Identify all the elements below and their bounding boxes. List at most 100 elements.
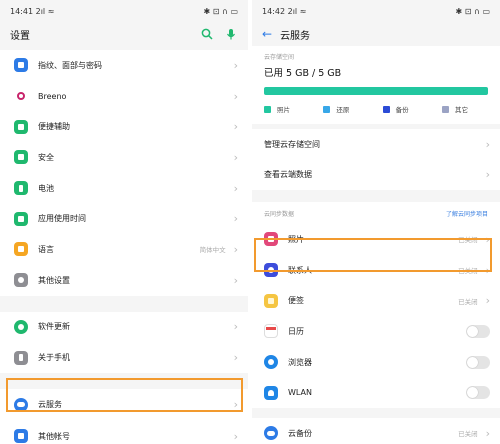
settings-item-software-update[interactable]: 软件更新 ›	[0, 311, 248, 343]
learn-sync-link[interactable]: 了解云同步项目	[446, 209, 488, 218]
cloud-header: ← 云服务	[252, 22, 500, 46]
chevron-right-icon: ›	[233, 89, 238, 103]
settings-item-other-settings[interactable]: 其他设置 ›	[0, 264, 248, 296]
settings-item-label: 其他帐号	[38, 431, 70, 441]
photos-icon	[264, 232, 278, 247]
chevron-right-icon: ›	[233, 181, 238, 195]
chevron-right-icon: ›	[233, 120, 238, 134]
settings-item-label: Breeno	[38, 91, 67, 101]
settings-item-about-phone[interactable]: 关于手机 ›	[0, 342, 248, 373]
sync-item-browser: 浏览器	[252, 346, 500, 378]
page-title: 云服务	[280, 30, 311, 42]
chevron-right-icon: ›	[485, 426, 490, 440]
sync-item-label: 便签	[288, 296, 304, 306]
language-value: 简体中文	[199, 246, 226, 255]
back-arrow-icon[interactable]: ←	[262, 27, 272, 41]
page-title: 设置	[10, 30, 30, 42]
legend-other: 其它	[441, 104, 468, 114]
wlan-icon	[264, 385, 278, 400]
settings-item-breeno[interactable]: Breeno ›	[0, 80, 248, 112]
settings-item-assist[interactable]: 便捷辅助 ›	[0, 111, 248, 143]
sync-item-label: 联系人	[288, 265, 312, 275]
settings-item-security[interactable]: 安全 ›	[0, 142, 248, 173]
assist-icon	[14, 119, 28, 134]
settings-item-label: 其他设置	[38, 275, 70, 285]
settings-item-label: 语言	[38, 244, 54, 254]
backup-group: 云备份 已关闭 ›	[252, 418, 500, 444]
wlan-toggle[interactable]	[466, 386, 490, 400]
status-bar: 14:42 2ıl ≈ ✱ ⊡ ∩ ▭	[252, 0, 500, 22]
hourglass-icon	[14, 211, 28, 226]
browser-icon	[264, 355, 278, 370]
browser-toggle[interactable]	[466, 355, 490, 369]
status-time: 14:42	[262, 6, 286, 16]
chevron-right-icon: ›	[485, 263, 490, 277]
settings-item-language[interactable]: 语言 简体中文 ›	[0, 234, 248, 265]
chevron-right-icon: ›	[485, 294, 490, 308]
signal-icon: 2ıl	[287, 6, 298, 16]
chevron-right-icon: ›	[485, 137, 490, 151]
chevron-right-icon: ›	[233, 351, 238, 365]
sync-section-title: 云同步数据	[264, 210, 295, 218]
wifi-icon: ≈	[47, 6, 55, 16]
breeno-icon	[14, 89, 28, 104]
sync-item-photos[interactable]: 照片 已关闭 ›	[252, 224, 500, 255]
sync-item-notes[interactable]: 便签 已关闭 ›	[252, 285, 500, 317]
chevron-right-icon: ›	[233, 398, 238, 412]
sync-item-wlan: WLAN	[252, 377, 500, 409]
shield-icon	[14, 150, 28, 165]
sync-item-status: 已关闭	[458, 267, 478, 276]
sync-section-header: 云同步数据 了解云同步项目	[252, 202, 500, 224]
settings-item-label: 指纹、面部与密码	[38, 60, 102, 70]
status-icons: ✱ ⊡ ∩ ▭	[203, 6, 238, 16]
legend-restore: 还原	[323, 104, 349, 114]
notes-icon	[264, 293, 278, 308]
settings-group-3: 云服务 › 其他帐号 ›	[0, 388, 248, 444]
settings-item-label: 电池	[38, 183, 54, 193]
cloud-backup-status: 已关闭	[458, 430, 478, 439]
contacts-icon	[264, 263, 278, 278]
search-icon[interactable]	[200, 27, 214, 41]
calendar-toggle[interactable]	[466, 324, 490, 338]
sync-item-label: WLAN	[288, 388, 313, 398]
view-cloud-data-item[interactable]: 查看云端数据 ›	[252, 159, 500, 190]
battery-icon	[14, 181, 28, 196]
storage-bar	[264, 87, 488, 95]
settings-item-label: 安全	[38, 152, 54, 162]
manage-storage-item[interactable]: 管理云存储空间 ›	[252, 129, 500, 160]
cloud-backup-item[interactable]: 云备份 已关闭 ›	[252, 418, 500, 444]
settings-group-1: 指纹、面部与密码 › Breeno › 便捷辅助 › 安全 › 电池 › 应用使…	[0, 50, 248, 296]
sync-item-label: 照片	[288, 234, 304, 244]
chevron-right-icon: ›	[233, 242, 238, 256]
legend-photos: 照片	[264, 104, 290, 114]
chevron-right-icon: ›	[233, 273, 238, 287]
phone-info-icon	[14, 350, 28, 365]
storage-legend: 照片 还原 备份 其它	[264, 104, 488, 114]
settings-item-battery[interactable]: 电池 ›	[0, 172, 248, 204]
settings-item-cloud-service[interactable]: 云服务 ›	[0, 388, 248, 421]
status-bar: 14:41 2ıl ≈ ✱ ⊡ ∩ ▭	[0, 0, 248, 22]
sync-item-status: 已关闭	[458, 236, 478, 245]
sync-item-calendar: 日历	[252, 316, 500, 347]
update-icon	[14, 319, 28, 334]
settings-item-app-usage[interactable]: 应用使用时间 ›	[0, 203, 248, 235]
sync-item-contacts[interactable]: 联系人 已关闭 ›	[252, 254, 500, 286]
cloud-backup-label: 云备份	[288, 428, 312, 438]
chevron-right-icon: ›	[233, 320, 238, 334]
wifi-icon: ≈	[299, 6, 307, 16]
sync-list: 照片 已关闭 › 联系人 已关闭 › 便签 已关闭 › 日历 浏览器 WLAN	[252, 224, 500, 409]
status-icons: ✱ ⊡ ∩ ▭	[455, 6, 490, 16]
manage-storage-label: 管理云存储空间	[264, 139, 320, 149]
cloud-service-screen: 14:42 2ıl ≈ ✱ ⊡ ∩ ▭ ← 云服务 云存储空间 已用 5 GB …	[252, 0, 500, 444]
chevron-right-icon: ›	[233, 58, 238, 72]
mic-icon[interactable]	[224, 27, 238, 41]
chevron-right-icon: ›	[233, 212, 238, 226]
settings-header: 设置	[0, 22, 248, 46]
settings-item-other-accounts[interactable]: 其他帐号 ›	[0, 420, 248, 444]
chevron-right-icon: ›	[485, 232, 490, 246]
settings-item-label: 云服务	[38, 400, 62, 410]
sync-item-status: 已关闭	[458, 297, 478, 306]
settings-item-fingerprint[interactable]: 指纹、面部与密码 ›	[0, 50, 248, 81]
settings-item-label: 软件更新	[38, 322, 70, 332]
settings-item-label: 应用使用时间	[38, 214, 86, 224]
